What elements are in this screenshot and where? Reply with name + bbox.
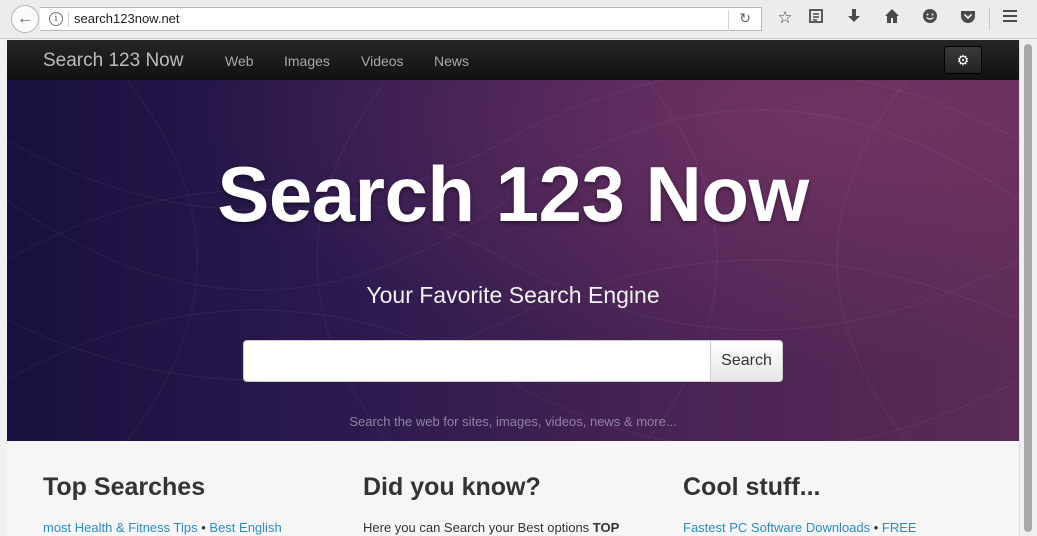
hello-icon[interactable] [920,8,940,28]
site-brand[interactable]: Search 123 Now [43,50,183,72]
settings-button[interactable]: ⚙ [944,46,982,74]
did-you-know-title: Did you know? [363,473,541,501]
bullet-separator: • [197,520,210,535]
cool-stuff-link[interactable]: FREE [882,520,917,535]
nav-link-videos[interactable]: Videos [361,53,404,69]
nav-link-news[interactable]: News [434,53,469,69]
menu-icon[interactable] [1000,8,1020,28]
nav-link-images[interactable]: Images [284,53,330,69]
back-button[interactable]: ← [11,5,39,33]
star-icon[interactable]: ☆ [775,8,795,28]
back-arrow-icon: ← [17,10,33,27]
url-text[interactable]: search123now.net [74,11,180,26]
reading-list-icon[interactable] [806,8,826,28]
info-icon[interactable]: i [49,12,63,26]
hero-section: Search 123 Now Your Favorite Search Engi… [7,80,1019,441]
site-navbar: Search 123 Now Web Images Videos News ⚙ [7,40,1019,81]
nav-link-web[interactable]: Web [225,53,254,69]
top-search-link[interactable]: Best English [209,520,281,535]
reload-icon[interactable]: ↻ [739,10,751,27]
home-icon[interactable] [882,8,902,28]
search-hint: Search the web for sites, images, videos… [349,414,677,429]
search-button[interactable]: Search [710,340,783,382]
reload-divider [728,10,729,29]
search-form: Search [243,340,783,382]
content-section: Top Searches most Health & Fitness Tips … [7,441,1019,536]
top-searches-title: Top Searches [43,473,206,501]
cool-stuff-links: Fastest PC Software Downloads • FREE [683,520,917,535]
pocket-icon[interactable] [958,8,978,28]
cool-stuff-link[interactable]: Fastest PC Software Downloads [683,520,870,535]
toolbar-divider [989,8,990,30]
page-scrollbar[interactable] [1019,40,1037,536]
hero-background-pattern [7,80,1019,441]
url-divider [68,12,69,27]
cool-stuff-title: Cool stuff... [683,473,821,501]
bullet-separator: • [870,520,882,535]
hero-title: Search 123 Now [217,150,809,238]
did-you-know-text: Here you can Search your Best options TO… [363,520,619,535]
address-bar[interactable]: i search123now.net ↻ [40,7,762,31]
search-input[interactable] [243,340,711,382]
did-you-know-body: Here you can Search your Best options [363,520,593,535]
scrollbar-thumb[interactable] [1024,44,1032,532]
gear-icon: ⚙ [956,52,970,68]
top-search-link[interactable]: most Health & Fitness Tips [43,520,198,535]
browser-toolbar: ← i search123now.net ↻ ☆ [0,0,1037,39]
did-you-know-bold: TOP [592,520,620,535]
page-viewport: Search 123 Now Web Images Videos News ⚙ … [7,40,1019,536]
hero-subtitle: Your Favorite Search Engine [366,282,660,308]
top-searches-links: most Health & Fitness Tips • Best Englis… [43,520,282,535]
download-icon[interactable] [844,8,864,28]
